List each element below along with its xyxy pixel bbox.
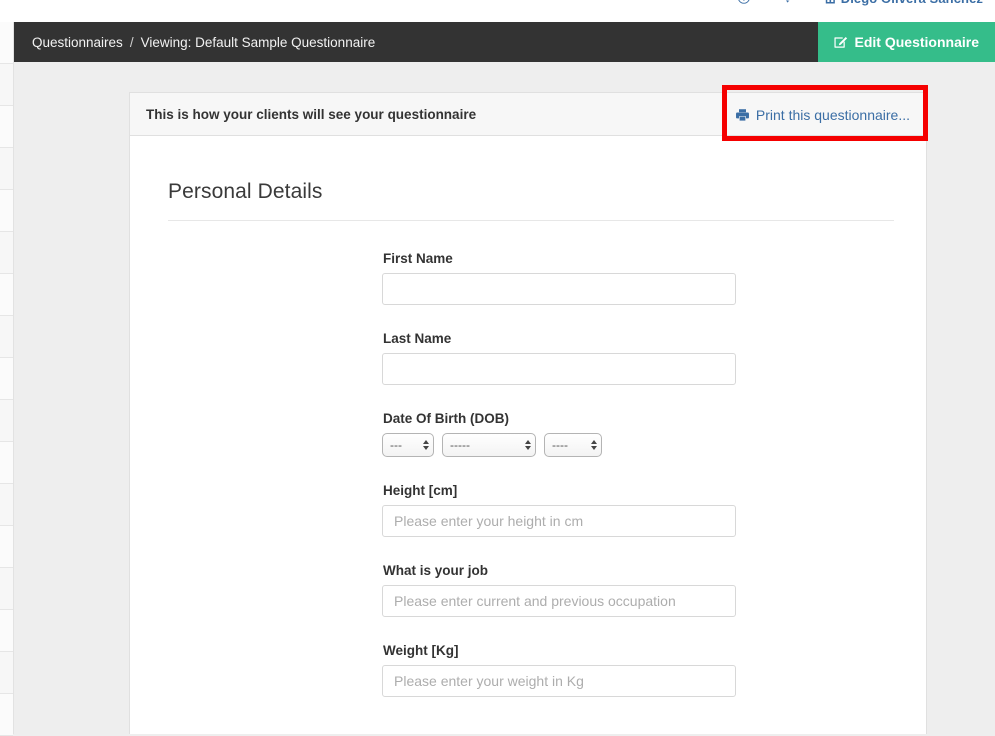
- sidebar-item[interactable]: [0, 568, 13, 610]
- sidebar-item[interactable]: [0, 652, 13, 694]
- info-circle-icon-item[interactable]: ⓘ: [737, 0, 750, 4]
- sidebar-item[interactable]: [0, 610, 13, 652]
- questionnaire-preview-panel: This is how your clients will see your q…: [129, 92, 927, 734]
- pencil-square-icon: [834, 35, 848, 49]
- chevron-updown-icon: [591, 440, 597, 450]
- edit-questionnaire-label: Edit Questionnaire: [855, 34, 979, 50]
- breadcrumb-separator: /: [130, 35, 134, 50]
- form-group-height: Height [cm]: [162, 483, 894, 537]
- page-title: Personal Details: [168, 180, 894, 204]
- label-job: What is your job: [383, 563, 894, 578]
- user-account-name: Diego Olivera Sanchez: [841, 0, 983, 6]
- job-input[interactable]: [382, 585, 736, 617]
- breadcrumb-current: Viewing: Default Sample Questionnaire: [141, 35, 376, 50]
- weight-input[interactable]: [382, 665, 736, 697]
- sidebar-item[interactable]: [0, 316, 13, 358]
- dob-year-select[interactable]: ----: [544, 433, 602, 457]
- sidebar-item[interactable]: [0, 484, 13, 526]
- first-name-input[interactable]: [382, 273, 736, 305]
- info-circle-icon[interactable]: ⓘ: [737, 0, 750, 4]
- label-height: Height [cm]: [383, 483, 894, 498]
- sidebar-item[interactable]: [0, 22, 13, 64]
- date-of-birth-selects: --- ----- ----: [382, 433, 894, 457]
- form-group-last-name: Last Name: [162, 331, 894, 385]
- form-group-weight: Weight [Kg]: [162, 643, 894, 697]
- building-icon: ⊞: [825, 0, 836, 5]
- breadcrumb-link-questionnaires[interactable]: Questionnaires: [32, 35, 123, 50]
- breadcrumb: Questionnaires / Viewing: Default Sample…: [32, 22, 375, 62]
- sidebar-item[interactable]: [0, 274, 13, 316]
- download-icon-item[interactable]: ↓: [784, 0, 791, 4]
- sidebar-item[interactable]: [0, 232, 13, 274]
- page-content-area: This is how your clients will see your q…: [14, 62, 995, 734]
- label-weight: Weight [Kg]: [383, 643, 894, 658]
- breadcrumb-bar: Questionnaires / Viewing: Default Sample…: [14, 22, 995, 62]
- dob-month-value: -----: [450, 438, 470, 452]
- left-sidebar: [0, 22, 14, 734]
- label-date-of-birth: Date Of Birth (DOB): [383, 411, 894, 426]
- print-this-questionnaire-link[interactable]: Print this questionnaire...: [735, 93, 910, 136]
- chevron-updown-icon: [525, 440, 531, 450]
- printer-icon: [735, 108, 750, 122]
- label-last-name: Last Name: [383, 331, 894, 346]
- form-group-first-name: First Name: [162, 251, 894, 305]
- sidebar-item[interactable]: [0, 106, 13, 148]
- height-input[interactable]: [382, 505, 736, 537]
- sidebar-item[interactable]: [0, 64, 13, 106]
- sidebar-item[interactable]: [0, 400, 13, 442]
- last-name-input[interactable]: [382, 353, 736, 385]
- dob-day-select[interactable]: ---: [382, 433, 434, 457]
- form-group-date-of-birth: Date Of Birth (DOB) --- ----- ----: [162, 411, 894, 457]
- sidebar-item[interactable]: [0, 526, 13, 568]
- sidebar-item[interactable]: [0, 694, 13, 736]
- panel-header-title: This is how your clients will see your q…: [146, 93, 476, 136]
- form-group-job: What is your job: [162, 563, 894, 617]
- print-this-questionnaire-label: Print this questionnaire...: [756, 107, 910, 123]
- chevron-updown-icon: [423, 440, 429, 450]
- panel-header: This is how your clients will see your q…: [130, 93, 926, 136]
- edit-questionnaire-button[interactable]: Edit Questionnaire: [818, 22, 995, 62]
- dob-day-value: ---: [390, 438, 402, 452]
- download-icon[interactable]: ↓: [784, 0, 791, 4]
- label-first-name: First Name: [383, 251, 894, 266]
- section-divider: [168, 220, 894, 221]
- sidebar-item[interactable]: [0, 358, 13, 400]
- dob-year-value: ----: [552, 438, 568, 452]
- user-account-menu[interactable]: ⊞ Diego Olivera Sanchez: [825, 0, 983, 6]
- sidebar-item[interactable]: [0, 442, 13, 484]
- dob-month-select[interactable]: -----: [442, 433, 536, 457]
- top-nav-right-group: ⓘ ↓ ⊞ Diego Olivera Sanchez: [737, 0, 983, 22]
- sidebar-item[interactable]: [0, 148, 13, 190]
- sidebar-item[interactable]: [0, 190, 13, 232]
- top-navigation-bar: ⓘ ↓ ⊞ Diego Olivera Sanchez: [0, 0, 995, 22]
- questionnaire-form: Personal Details First Name Last Name Da…: [130, 136, 926, 734]
